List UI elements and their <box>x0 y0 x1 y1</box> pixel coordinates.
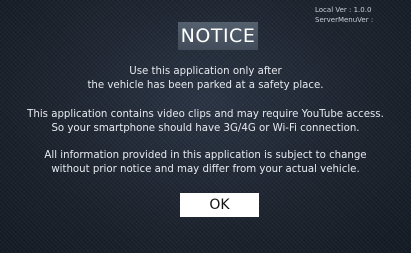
notice-paragraph-line: So your smartphone should have 3G/4G or … <box>51 123 360 134</box>
notice-screen: Local Ver : 1.0.0 ServerMenuVer : NOTICE… <box>0 0 411 253</box>
notice-title-box: NOTICE <box>178 22 258 50</box>
notice-paragraph-line: All information provided in this applica… <box>44 150 367 161</box>
notice-paragraph-line: without prior notice and may differ from… <box>51 164 360 175</box>
local-version-text: Local Ver : 1.0.0 <box>315 6 372 14</box>
ok-button[interactable]: OK <box>180 193 259 217</box>
version-info: Local Ver : 1.0.0 ServerMenuVer : <box>315 5 407 25</box>
server-menu-version-text: ServerMenuVer : <box>315 16 374 24</box>
notice-paragraph-line: This application contains video clips an… <box>27 109 384 120</box>
notice-paragraph-line: the vehicle has been parked at a safety … <box>87 80 324 91</box>
notice-title: NOTICE <box>180 25 256 47</box>
ok-button-label: OK <box>209 197 230 213</box>
notice-paragraph-disclaimer: All information provided in this applica… <box>0 149 411 177</box>
notice-paragraph-line: Use this application only after <box>129 66 282 77</box>
notice-paragraph-parking: Use this application only after the vehi… <box>0 65 411 93</box>
notice-paragraph-connection: This application contains video clips an… <box>0 108 411 136</box>
